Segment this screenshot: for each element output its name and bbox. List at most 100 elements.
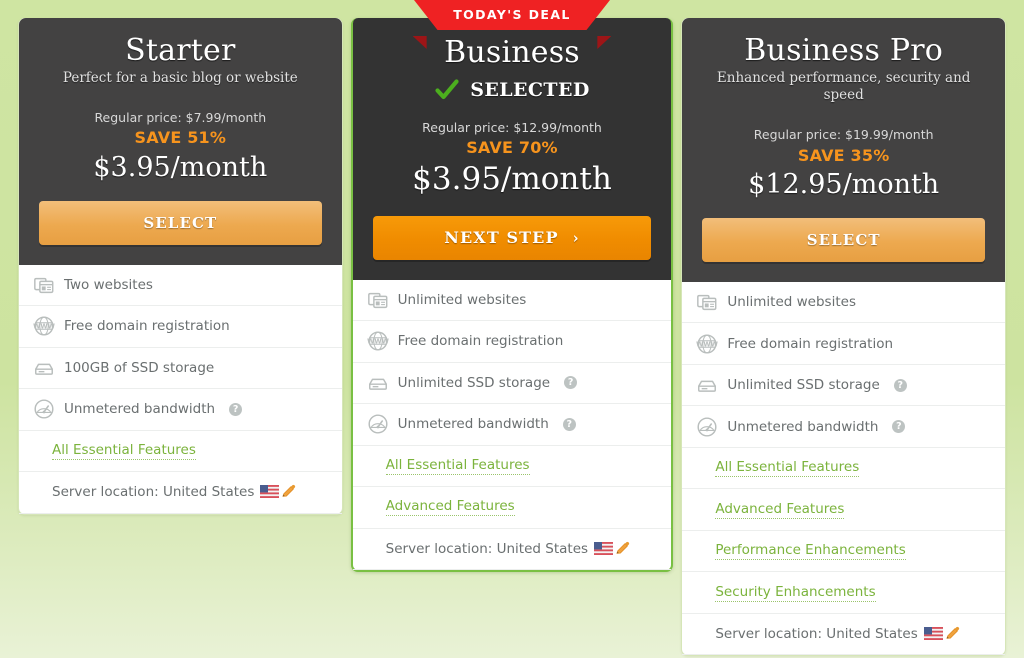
price-block: Regular price: $7.99/month SAVE 51% $3.95/… xyxy=(39,109,322,185)
feature-label: Two websites xyxy=(64,276,153,293)
www-globe-icon: WWW xyxy=(33,316,55,336)
server-location-label: Server location: United States xyxy=(52,484,255,501)
feature-row-server-location: Server location: United States xyxy=(682,614,1005,656)
feature-label: Unlimited SSD storage xyxy=(727,377,880,394)
plan-card-starter[interactable]: Starter Perfect for a basic blog or websi… xyxy=(18,18,343,515)
feature-label: Free domain registration xyxy=(397,333,564,350)
feature-link[interactable]: Advanced Features xyxy=(715,501,845,519)
edit-pencil-icon[interactable] xyxy=(615,541,630,556)
feature-label: Unmetered bandwidth xyxy=(397,416,549,433)
feature-row: WWW Free domain registration xyxy=(352,321,672,363)
next-step-button[interactable]: NEXT STEP › xyxy=(372,215,652,260)
feature-link[interactable]: All Essential Features xyxy=(385,457,530,475)
plan-header-business: Business SELECTED Regular price: $12.99/mo… xyxy=(352,18,672,280)
feature-row-link[interactable]: Advanced Features xyxy=(682,489,1005,531)
feature-label: Unmetered bandwidth xyxy=(727,418,879,435)
ssd-storage-icon xyxy=(35,363,53,375)
bandwidth-gauge-icon xyxy=(368,414,388,434)
feature-label: Unmetered bandwidth xyxy=(64,401,216,418)
select-button[interactable]: SELECT xyxy=(39,200,322,245)
feature-row: Two websites xyxy=(19,265,342,307)
chevron-right-icon: › xyxy=(572,228,580,247)
plan-header-starter: Starter Perfect for a basic blog or websi… xyxy=(19,18,342,265)
feature-link[interactable]: All Essential Features xyxy=(52,442,196,460)
plan-tagline: Enhanced performance, security and speed xyxy=(716,69,971,103)
price-block: Regular price: $19.99/month SAVE 35% $12.9… xyxy=(702,126,985,202)
regular-price: Regular price: $12.99/month xyxy=(422,119,602,135)
pricing-plans-container: Starter Perfect for a basic blog or websi… xyxy=(0,0,1024,658)
price-block: Regular price: $12.99/month SAVE 70% $3.95… xyxy=(373,119,652,200)
ssd-storage-icon xyxy=(368,378,387,390)
select-button[interactable]: SELECT xyxy=(702,217,985,262)
feature-row: Unmetered bandwidth? xyxy=(682,406,1005,448)
us-flag-icon xyxy=(260,485,280,499)
final-price: $12.95/month xyxy=(748,168,940,200)
final-price: $3.95/month xyxy=(412,161,612,198)
feature-row: Unlimited SSD storage? xyxy=(352,363,672,405)
help-tooltip-icon[interactable]: ? xyxy=(229,402,243,416)
selected-indicator: SELECTED xyxy=(373,75,652,105)
regular-price: Regular price: $19.99/month xyxy=(753,127,934,143)
next-step-label: NEXT STEP xyxy=(444,228,559,248)
feature-row-link[interactable]: All Essential Features xyxy=(682,448,1005,490)
feature-row: Unlimited SSD storage? xyxy=(682,365,1005,407)
feature-label: Unlimited websites xyxy=(727,294,856,311)
final-price: $3.95/month xyxy=(93,151,268,183)
feature-row: WWW Free domain registration xyxy=(19,306,342,348)
us-flag-icon xyxy=(923,627,943,641)
websites-icon xyxy=(367,292,388,308)
edit-pencil-icon[interactable] xyxy=(945,626,960,641)
plan-card-business[interactable]: TODAY'S DEAL Business SELECTED Regular pric… xyxy=(350,0,674,573)
help-tooltip-icon[interactable]: ? xyxy=(564,376,578,390)
server-location-label: Server location: United States xyxy=(385,540,589,557)
plan-card-business-pro[interactable]: Business Pro Enhanced performance, securi… xyxy=(681,18,1006,657)
websites-icon xyxy=(697,295,717,311)
feature-row-server-location: Server location: United States xyxy=(352,529,672,571)
selected-label: SELECTED xyxy=(470,78,590,101)
plan-name: Business xyxy=(444,35,580,70)
feature-row-link[interactable]: Security Enhancements xyxy=(682,572,1005,614)
websites-icon xyxy=(34,277,54,293)
regular-price: Regular price: $7.99/month xyxy=(94,109,267,125)
feature-label: Free domain registration xyxy=(64,318,230,335)
plan-name: Starter xyxy=(125,33,236,68)
server-location-label: Server location: United States xyxy=(715,626,918,643)
feature-list-business-pro: Unlimited websites WWW Free domain registr… xyxy=(682,282,1005,656)
svg-text:WWW: WWW xyxy=(367,338,389,346)
svg-text:WWW: WWW xyxy=(33,323,55,331)
www-globe-icon: WWW xyxy=(696,334,718,354)
ssd-storage-icon xyxy=(698,380,717,393)
feature-row: 100GB of SSD storage xyxy=(19,348,342,390)
feature-row-link[interactable]: All Essential Features xyxy=(19,431,342,473)
help-tooltip-icon[interactable]: ? xyxy=(562,417,576,431)
feature-row: Unlimited websites xyxy=(682,282,1005,324)
www-globe-icon: WWW xyxy=(367,331,389,351)
feature-row-link[interactable]: Performance Enhancements xyxy=(682,531,1005,573)
feature-link[interactable]: Performance Enhancements xyxy=(715,542,906,561)
svg-text:WWW: WWW xyxy=(696,340,718,348)
bandwidth-gauge-icon xyxy=(697,417,717,437)
feature-row: Unlimited websites xyxy=(352,280,672,322)
plan-header-business-pro: Business Pro Enhanced performance, securi… xyxy=(682,18,1005,282)
selected-check-icon xyxy=(435,78,459,99)
feature-row-link[interactable]: Advanced Features xyxy=(352,487,672,529)
help-tooltip-icon[interactable]: ? xyxy=(892,420,906,434)
feature-link[interactable]: Security Enhancements xyxy=(715,584,876,602)
feature-row-link[interactable]: All Essential Features xyxy=(352,446,672,488)
feature-row: Unmetered bandwidth? xyxy=(352,404,672,446)
feature-label: 100GB of SSD storage xyxy=(64,359,215,376)
feature-list-starter: Two websites WWW Free domain registration 1… xyxy=(19,265,342,514)
feature-label: Free domain registration xyxy=(727,335,894,352)
save-badge: SAVE 70% xyxy=(466,138,558,158)
help-tooltip-icon[interactable]: ? xyxy=(893,378,907,392)
bandwidth-gauge-icon xyxy=(34,399,54,419)
feature-link[interactable]: All Essential Features xyxy=(715,459,860,478)
save-badge: SAVE 35% xyxy=(797,145,890,165)
plan-name: Business Pro xyxy=(744,33,944,68)
todays-deal-ribbon: TODAY'S DEAL xyxy=(414,0,610,30)
save-badge: SAVE 51% xyxy=(134,128,227,148)
feature-row: WWW Free domain registration xyxy=(682,323,1005,365)
feature-link[interactable]: Advanced Features xyxy=(385,498,515,517)
feature-row-server-location: Server location: United States xyxy=(19,472,342,514)
edit-pencil-icon[interactable] xyxy=(281,484,296,499)
